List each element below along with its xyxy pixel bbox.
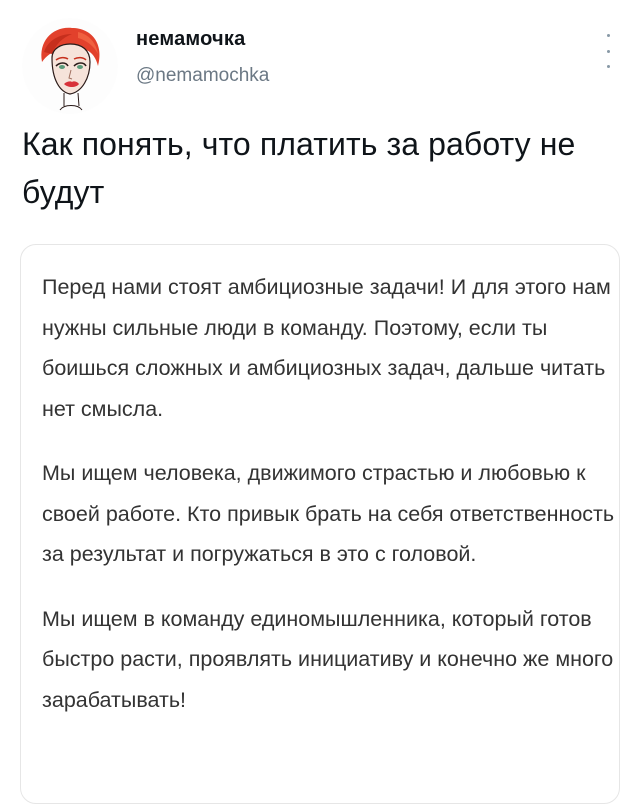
dot (606, 65, 610, 68)
dot (606, 49, 610, 53)
author-info: немамочка @nemamochka (136, 28, 269, 87)
more-options-icon[interactable] (600, 34, 616, 68)
card-paragraph: Перед нами стоят амбициозные задачи! И д… (42, 275, 611, 421)
dot (606, 34, 610, 37)
tweet-header: немамочка @nemamochka (22, 14, 622, 114)
avatar[interactable] (22, 18, 118, 114)
card-paragraph: Мы ищем человека, движимого страстью и л… (42, 461, 615, 566)
tweet-text: Как понять, что платить за работу не буд… (22, 126, 576, 210)
user-handle[interactable]: @nemamochka (136, 65, 269, 87)
display-name[interactable]: немамочка (136, 28, 269, 51)
avatar-illustration (22, 18, 118, 114)
quoted-text-card: Перед нами стоят амбициозные задачи! И д… (20, 244, 620, 804)
card-paragraph: Мы ищем в команду единомышленника, котор… (42, 606, 614, 712)
